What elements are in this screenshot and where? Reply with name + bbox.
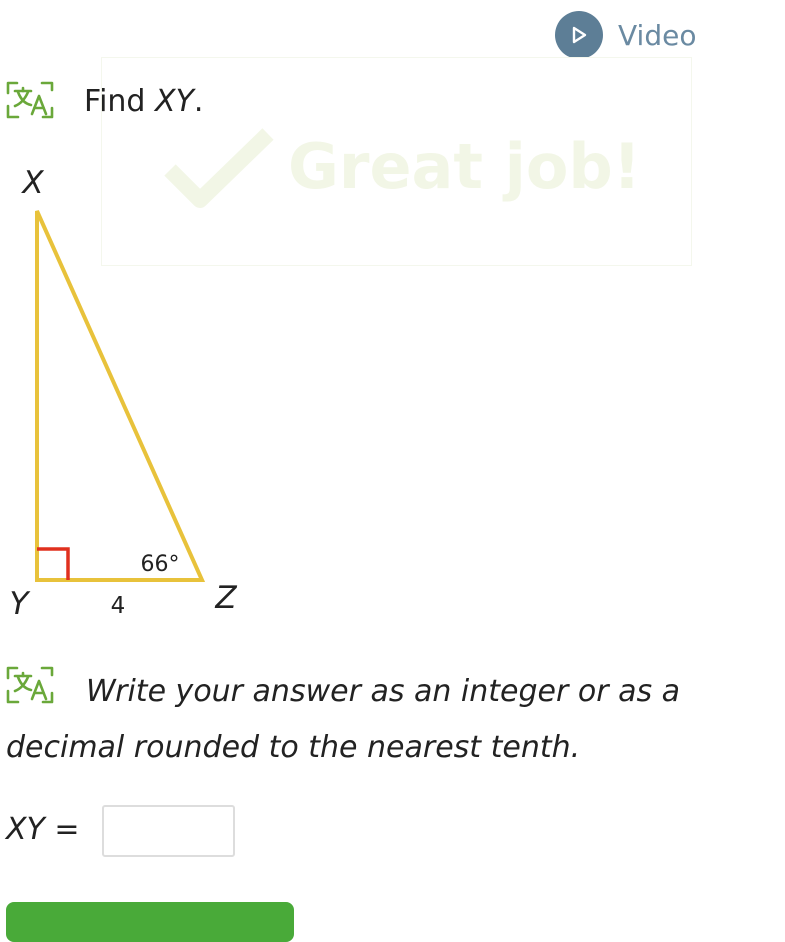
prompt-prefix: Find	[84, 84, 156, 119]
feedback-message: Great job!	[288, 130, 642, 203]
side-label-yz: 4	[111, 593, 126, 619]
question-prompt: Find XY.	[84, 84, 203, 119]
video-circle	[555, 11, 603, 59]
prompt-variable: XY	[155, 84, 194, 119]
vertex-label-z: Z	[214, 580, 237, 616]
video-button[interactable]: Video	[555, 11, 696, 59]
submit-button[interactable]	[6, 902, 294, 942]
right-angle-marker	[37, 547, 70, 580]
triangle-shape	[35, 210, 206, 582]
vertex-label-y: Y	[10, 586, 31, 622]
video-label: Video	[618, 18, 697, 52]
play-icon	[572, 26, 587, 44]
vertex-label-x: X	[20, 165, 44, 201]
answer-input[interactable]	[102, 805, 235, 857]
answer-label-equals: =	[44, 812, 80, 847]
answer-label-variable: XY	[6, 812, 45, 847]
translate-icon[interactable]	[6, 80, 56, 120]
triangle-diagram: X Y Z 4 66°	[10, 165, 238, 622]
prompt-suffix: .	[193, 84, 204, 119]
angle-label-z: 66°	[141, 552, 180, 577]
answer-instruction: Write your answer as an integer or as a …	[6, 674, 681, 765]
answer-label: XY =	[6, 812, 80, 847]
